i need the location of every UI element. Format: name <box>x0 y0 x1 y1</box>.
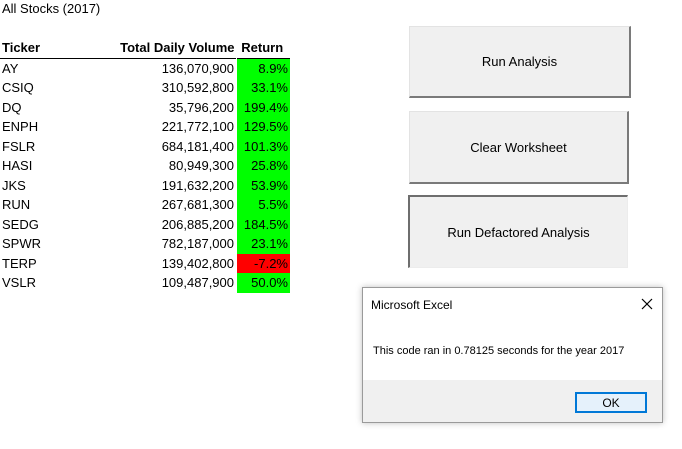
table-row: VSLR 109,487,900 50.0% <box>0 273 290 293</box>
ticker-cell[interactable]: AY <box>0 58 66 78</box>
table-row: TERP 139,402,800 -7.2% <box>0 253 290 274</box>
volume-cell[interactable]: 206,885,200 <box>66 215 237 235</box>
volume-cell[interactable]: 782,187,000 <box>66 234 237 254</box>
ticker-cell[interactable]: DQ <box>0 98 66 118</box>
return-cell[interactable]: 25.8% <box>236 156 290 176</box>
table-row: CSIQ 310,592,800 33.1% <box>0 78 290 98</box>
table-row: ENPH 221,772,100 129.5% <box>0 117 290 137</box>
volume-cell[interactable]: 684,181,400 <box>66 137 237 157</box>
return-cell[interactable]: -7.2% <box>236 253 290 273</box>
ok-button[interactable]: OK <box>575 392 647 413</box>
return-cell[interactable]: 50.0% <box>236 273 290 293</box>
ticker-cell[interactable]: SEDG <box>0 215 66 235</box>
close-icon-glyph <box>641 298 653 310</box>
return-cell[interactable]: 199.4% <box>236 97 290 117</box>
ticker-cell[interactable]: SPWR <box>0 234 66 254</box>
table-row: SEDG 206,885,200 184.5% <box>0 214 290 235</box>
volume-cell[interactable]: 221,772,100 <box>66 117 237 137</box>
dialog-title: Microsoft Excel <box>371 298 453 312</box>
header-return[interactable]: Return <box>237 38 291 58</box>
ticker-cell[interactable]: CSIQ <box>0 78 66 98</box>
volume-cell[interactable]: 310,592,800 <box>66 78 237 98</box>
header-total-daily-volume[interactable]: Total Daily Volume <box>66 38 237 58</box>
stock-table: Ticker Total Daily Volume Return AY 136,0… <box>0 38 290 293</box>
table-row: RUN 267,681,300 5.5% <box>0 195 290 215</box>
volume-cell[interactable]: 267,681,300 <box>66 195 237 215</box>
ticker-cell[interactable]: JKS <box>0 176 66 196</box>
return-cell[interactable]: 53.9% <box>236 175 290 195</box>
run-defactored-analysis-button[interactable]: Run Defactored Analysis <box>408 195 628 268</box>
volume-cell[interactable]: 35,796,200 <box>66 98 237 118</box>
ticker-cell[interactable]: FSLR <box>0 137 66 157</box>
table-row: AY 136,070,900 8.9% <box>0 58 290 78</box>
return-cell[interactable]: 33.1% <box>236 78 290 98</box>
dialog-message: This code ran in 0.78125 seconds for the… <box>373 345 625 357</box>
table-row: HASI 80,949,300 25.8% <box>0 156 290 176</box>
return-cell[interactable]: 5.5% <box>236 195 290 215</box>
table-row: DQ 35,796,200 199.4% <box>0 97 290 118</box>
ticker-cell[interactable]: VSLR <box>0 273 66 293</box>
table-row: FSLR 684,181,400 101.3% <box>0 136 290 157</box>
return-cell[interactable]: 8.9% <box>236 58 290 78</box>
return-cell[interactable]: 184.5% <box>236 214 290 234</box>
volume-cell[interactable]: 109,487,900 <box>66 273 237 293</box>
run-analysis-button[interactable]: Run Analysis <box>409 26 631 98</box>
volume-cell[interactable]: 139,402,800 <box>66 254 237 274</box>
close-icon[interactable] <box>634 293 660 315</box>
dialog-footer: OK <box>363 380 662 422</box>
ticker-cell[interactable]: ENPH <box>0 117 66 137</box>
ticker-cell[interactable]: HASI <box>0 156 66 176</box>
ticker-cell[interactable]: RUN <box>0 195 66 215</box>
table-row: SPWR 782,187,000 23.1% <box>0 234 290 254</box>
stock-rows: AY 136,070,900 8.9% CSIQ 310,592,800 33.1% DQ 3… <box>0 58 290 293</box>
sheet-title: All Stocks (2017) <box>2 1 101 16</box>
message-dialog: Microsoft Excel This code ran in 0.78125… <box>362 287 663 423</box>
return-cell[interactable]: 23.1% <box>236 234 290 254</box>
return-cell[interactable]: 101.3% <box>236 136 290 156</box>
ticker-cell[interactable]: TERP <box>0 254 66 274</box>
table-header-row: Ticker Total Daily Volume Return <box>0 38 290 58</box>
volume-cell[interactable]: 191,632,200 <box>66 176 237 196</box>
return-cell[interactable]: 129.5% <box>236 117 290 137</box>
volume-cell[interactable]: 136,070,900 <box>66 58 237 78</box>
header-ticker[interactable]: Ticker <box>0 38 66 58</box>
table-row: JKS 191,632,200 53.9% <box>0 175 290 196</box>
volume-cell[interactable]: 80,949,300 <box>66 156 237 176</box>
clear-worksheet-button[interactable]: Clear Worksheet <box>409 111 629 184</box>
